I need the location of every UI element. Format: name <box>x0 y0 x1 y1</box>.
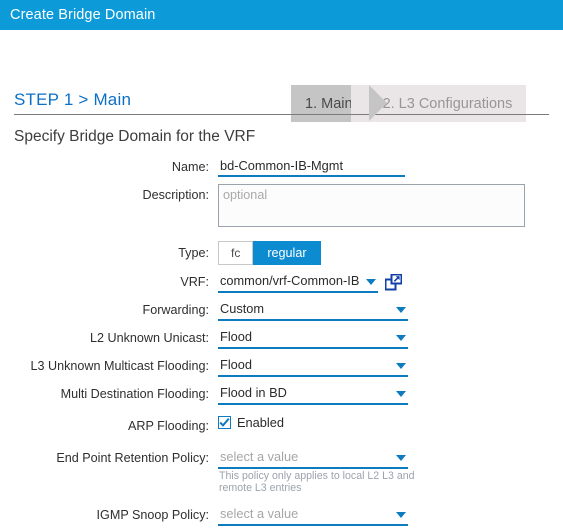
forwarding-dropdown[interactable]: Custom <box>218 299 408 321</box>
multi-destination-flooding-control: Flood in BD <box>218 383 563 405</box>
chevron-down-icon <box>396 307 406 313</box>
type-toggle-group: fc regular <box>218 241 321 265</box>
description-label: Description: <box>142 188 210 202</box>
vrf-wrapper: common/vrf-Common-IB <box>218 271 563 293</box>
arp-flooding-checkbox-row: Enabled <box>218 415 563 430</box>
end-point-retention-policy-dropdown-value: select a value <box>220 449 299 464</box>
end-point-retention-policy-control: select a value This policy only applies … <box>218 447 563 494</box>
forwarding-control: Custom <box>218 299 563 321</box>
arp-flooding-checkbox[interactable] <box>218 416 231 429</box>
form-row-description: Description: <box>0 184 563 232</box>
name-label: Name: <box>171 160 209 174</box>
description-control <box>218 184 563 232</box>
igmp-snoop-policy-label: IGMP Snoop Policy: <box>96 508 209 522</box>
step-tab-l3-configurations-label: 2. L3 Configurations <box>382 95 513 112</box>
end-point-retention-policy-label: End Point Retention Policy: <box>56 451 209 465</box>
form-row-igmp-snoop-policy: IGMP Snoop Policy: select a value <box>0 504 563 526</box>
l3-unknown-multicast-flooding-label: L3 Unknown Multicast Flooding: <box>30 359 209 373</box>
l2-unknown-unicast-dropdown-value: Flood <box>220 329 253 344</box>
type-option-fc[interactable]: fc <box>218 241 254 265</box>
l3-unknown-multicast-flooding-dropdown-value: Flood <box>220 357 253 372</box>
step-indicator: 1. Main 2. L3 Configurations <box>291 85 527 122</box>
l2-unknown-unicast-control: Flood <box>218 327 563 349</box>
igmp-snoop-policy-dropdown-value: select a value <box>220 506 299 521</box>
form-row-arp-flooding: ARP Flooding: Enabled <box>0 415 563 437</box>
vrf-dropdown[interactable]: common/vrf-Common-IB <box>218 271 378 293</box>
arp-flooding-control: Enabled <box>218 415 563 430</box>
name-control <box>218 156 563 177</box>
name-input[interactable] <box>218 156 405 177</box>
section-heading: Specify Bridge Domain for the VRF <box>14 128 256 145</box>
form-row-l2-unknown-unicast: L2 Unknown Unicast: Flood <box>0 327 563 349</box>
chevron-down-icon <box>396 363 406 369</box>
form-row-multi-destination-flooding: Multi Destination Flooding: Flood in BD <box>0 383 563 405</box>
multi-destination-flooding-dropdown[interactable]: Flood in BD <box>218 383 408 405</box>
form-row-forwarding: Forwarding: Custom <box>0 299 563 321</box>
chevron-down-icon <box>396 335 406 341</box>
arp-flooding-label: ARP Flooding: <box>128 419 209 433</box>
igmp-snoop-policy-control: select a value <box>218 504 563 526</box>
window-title: Create Bridge Domain <box>10 7 156 23</box>
forwarding-dropdown-value: Custom <box>220 301 265 316</box>
form-row-l3-unknown-multicast-flooding: L3 Unknown Multicast Flooding: Flood <box>0 355 563 377</box>
multi-destination-flooding-label: Multi Destination Flooding: <box>60 387 209 401</box>
type-label: Type: <box>178 246 209 260</box>
chevron-down-icon <box>396 512 406 518</box>
form-row-name: Name: <box>0 156 563 178</box>
type-option-regular[interactable]: regular <box>253 241 321 265</box>
vrf-dropdown-value: common/vrf-Common-IB <box>220 273 360 288</box>
description-textarea[interactable] <box>218 184 525 227</box>
step-breadcrumb: STEP 1 > Main <box>14 90 132 109</box>
chevron-down-icon <box>366 279 376 285</box>
chevron-down-icon <box>396 391 406 397</box>
igmp-snoop-policy-dropdown[interactable]: select a value <box>218 504 408 526</box>
vrf-label: VRF: <box>180 275 209 289</box>
l3-unknown-multicast-flooding-control: Flood <box>218 355 563 377</box>
form-row-vrf: VRF: common/vrf-Common-IB <box>0 271 563 293</box>
step-tab-main-label: 1. Main <box>305 95 353 112</box>
type-control: fc regular <box>218 241 563 265</box>
step-header: STEP 1 > Main 1. Main 2. L3 Configuratio… <box>0 30 563 122</box>
end-point-retention-policy-dropdown[interactable]: select a value <box>218 447 408 469</box>
l3-unknown-multicast-flooding-dropdown[interactable]: Flood <box>218 355 408 377</box>
bridge-domain-form: Name: Description: Type: fc regular VRF: <box>0 156 563 530</box>
l2-unknown-unicast-dropdown[interactable]: Flood <box>218 327 408 349</box>
form-row-end-point-retention-policy: End Point Retention Policy: select a val… <box>0 447 563 494</box>
multi-destination-flooding-dropdown-value: Flood in BD <box>220 385 287 400</box>
vrf-control: common/vrf-Common-IB <box>218 271 563 293</box>
arp-flooding-checkbox-label: Enabled <box>237 415 284 430</box>
end-point-retention-policy-helper-text: This policy only applies to local L2 L3 … <box>219 470 415 494</box>
window-title-bar: Create Bridge Domain <box>0 0 563 30</box>
form-row-type: Type: fc regular <box>0 241 563 265</box>
chevron-down-icon <box>396 455 406 461</box>
open-in-new-window-icon[interactable] <box>384 273 402 291</box>
forwarding-label: Forwarding: <box>142 303 210 317</box>
header-divider <box>14 114 549 115</box>
l2-unknown-unicast-label: L2 Unknown Unicast: <box>89 331 209 345</box>
